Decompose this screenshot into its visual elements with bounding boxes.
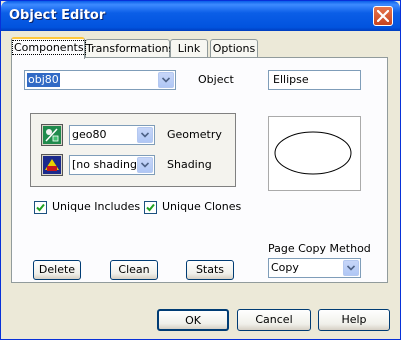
tab-link[interactable]: Link <box>170 39 208 57</box>
unique-includes-checkbox[interactable] <box>34 201 47 214</box>
components-panel: obj80 Object Ellipse geo80 Geometry [no … <box>11 57 388 283</box>
unique-clones-checkbox[interactable] <box>144 201 157 214</box>
delete-button[interactable]: Delete <box>33 260 81 280</box>
chevron-down-icon <box>347 265 355 271</box>
page-copy-method-combo[interactable]: Copy <box>268 258 361 278</box>
tab-transformations-label: Transformations <box>86 42 175 55</box>
chevron-down-icon <box>141 132 149 138</box>
close-icon <box>377 10 389 22</box>
object-name-dropdown-button[interactable] <box>158 72 174 88</box>
geometry-button[interactable] <box>41 124 63 146</box>
shading-button[interactable] <box>41 154 63 176</box>
close-button[interactable] <box>373 6 393 26</box>
object-name-value: obj80 <box>27 73 60 87</box>
tab-options-label: Options <box>212 42 256 55</box>
dialog-body: Components Transformations Link Options … <box>5 31 396 335</box>
checkmark-icon <box>36 203 45 212</box>
geometry-dropdown-button[interactable] <box>137 127 153 143</box>
page-copy-method-label: Page Copy Method <box>268 242 371 255</box>
tab-link-label: Link <box>177 42 201 55</box>
tab-transformations[interactable]: Transformations <box>85 39 174 57</box>
page-copy-dropdown-button[interactable] <box>343 260 359 276</box>
clean-button[interactable]: Clean <box>110 260 158 280</box>
unique-includes-label: Unique Includes <box>52 200 141 213</box>
help-button[interactable]: Help <box>318 309 390 331</box>
ok-button[interactable]: OK <box>157 309 229 331</box>
tab-components-label: Components <box>12 40 86 55</box>
page-copy-method-value: Copy <box>271 261 299 274</box>
shading-label: Shading <box>167 158 212 171</box>
checkmark-icon <box>146 203 155 212</box>
title-bar[interactable]: Object Editor <box>1 1 400 31</box>
geometry-icon <box>43 126 61 144</box>
chevron-down-icon <box>141 162 149 168</box>
shading-icon <box>43 156 61 174</box>
shading-combo[interactable]: [no shading] <box>69 155 155 175</box>
geometry-label: Geometry <box>167 128 222 141</box>
object-type-value: Ellipse <box>273 73 309 86</box>
tab-components[interactable]: Components <box>11 37 86 59</box>
object-name-combo[interactable]: obj80 <box>24 70 176 90</box>
ellipse-preview-icon <box>274 131 352 175</box>
geometry-value: geo80 <box>72 128 107 141</box>
geometry-combo[interactable]: geo80 <box>69 125 155 145</box>
unique-clones-label: Unique Clones <box>162 200 242 213</box>
cancel-button[interactable]: Cancel <box>237 309 311 331</box>
tab-options[interactable]: Options <box>210 39 258 57</box>
object-editor-window: Object Editor Components Transformations… <box>0 0 401 340</box>
window-title: Object Editor <box>9 8 106 23</box>
shading-value: [no shading] <box>72 158 142 171</box>
shading-dropdown-button[interactable] <box>137 157 153 173</box>
object-type-field[interactable]: Ellipse <box>268 70 361 90</box>
stats-button[interactable]: Stats <box>186 260 234 280</box>
geometry-shading-group: geo80 Geometry [no shading] Shading <box>30 113 236 187</box>
chevron-down-icon <box>162 77 170 83</box>
object-preview <box>268 116 361 191</box>
object-label: Object <box>198 73 234 86</box>
